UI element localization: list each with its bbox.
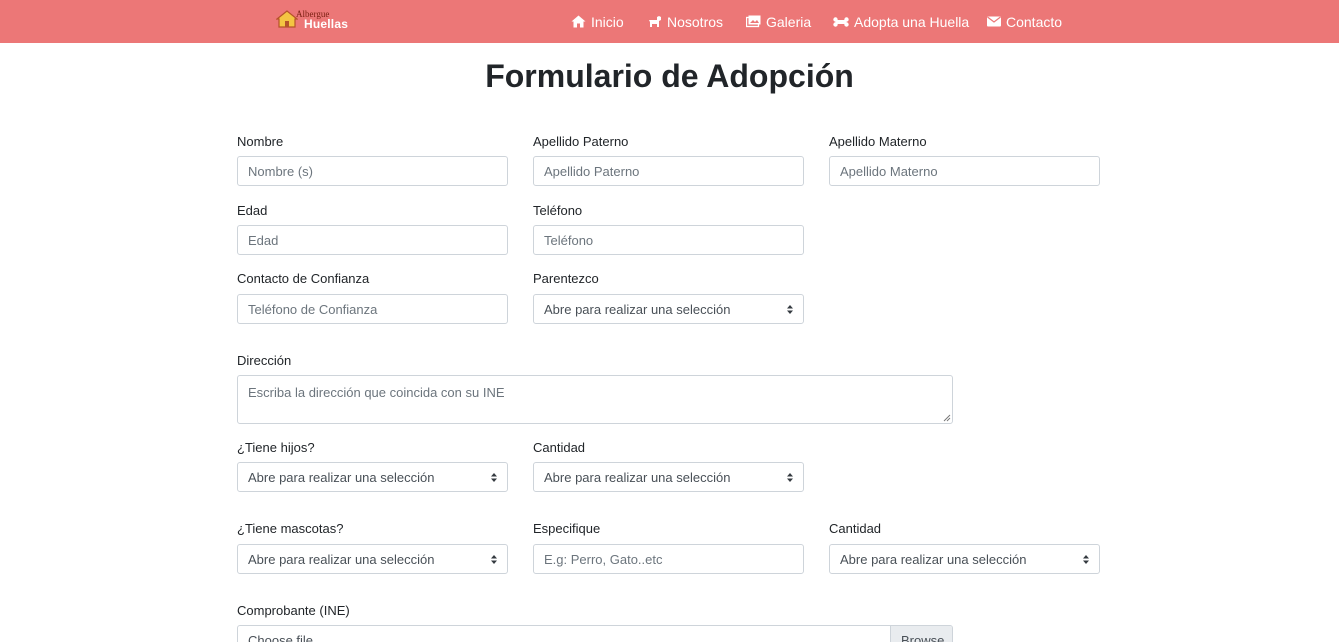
telefono-input[interactable]: Teléfono (533, 225, 804, 255)
comprobante-label: Comprobante (INE) (237, 603, 350, 618)
select-caret-icon (787, 473, 793, 482)
select-caret-icon (491, 473, 497, 482)
nav-label-adopta: Adopta una Huella (854, 13, 970, 30)
house-logo-icon (276, 10, 298, 28)
comprobante-file-input[interactable]: Choose file... Browse (237, 625, 953, 642)
nav-link-nosotros[interactable]: Nosotros (648, 0, 723, 43)
nav-link-contacto[interactable]: Contacto (987, 0, 1062, 43)
cantidad-mascotas-select[interactable]: Abre para realizar una selección (829, 544, 1100, 574)
browse-button[interactable]: Browse (890, 626, 952, 642)
apellido-materno-label: Apellido Materno (829, 134, 927, 149)
page-title: Formulario de Adopción (485, 58, 854, 94)
resize-grip-icon[interactable] (943, 414, 951, 422)
file-name-text: Choose file... (248, 633, 324, 642)
home-icon (571, 15, 586, 28)
cantidad-hijos-selected-value: Abre para realizar una selección (544, 469, 731, 485)
telefono-label: Teléfono (533, 203, 583, 218)
apellido-paterno-label: Apellido Paterno (533, 134, 629, 149)
cantidad-mascotas-label: Cantidad (829, 521, 882, 536)
dog-icon (648, 16, 661, 27)
select-caret-icon (491, 555, 497, 564)
tiene-mascotas-select[interactable]: Abre para realizar una selección (237, 544, 508, 574)
cantidad-mascotas-selected-value: Abre para realizar una selección (840, 551, 1027, 567)
especifique-input[interactable]: E.g: Perro, Gato..etc (533, 544, 804, 574)
nav-label-inicio: Inicio (591, 13, 624, 30)
edad-label: Edad (237, 203, 268, 218)
direccion-label: Dirección (237, 353, 292, 368)
navbar: Albergue Huellas Inicio Nosotros Galeria… (0, 0, 1339, 43)
brand-logo[interactable]: Albergue Huellas (276, 9, 352, 31)
cantidad-hijos-label: Cantidad (533, 440, 586, 455)
nav-label-galeria: Galeria (766, 13, 812, 30)
nav-label-contacto: Contacto (1006, 13, 1063, 30)
especifique-label: Especifique (533, 521, 601, 536)
tiene-hijos-label: ¿Tiene hijos? (237, 440, 315, 455)
nav-label-nosotros: Nosotros (667, 13, 724, 30)
tiene-hijos-select[interactable]: Abre para realizar una selección (237, 462, 508, 492)
select-caret-icon (787, 305, 793, 314)
nav-link-galeria[interactable]: Galeria (746, 0, 811, 43)
nav-link-adopta[interactable]: Adopta una Huella (833, 0, 969, 43)
direccion-textarea[interactable]: Escriba la dirección que coincida con su… (237, 375, 953, 424)
bone-icon (833, 16, 849, 27)
tiene-hijos-selected-value: Abre para realizar una selección (248, 469, 435, 485)
contacto-confianza-label: Contacto de Confianza (237, 271, 370, 286)
nombre-label: Nombre (237, 134, 284, 149)
contacto-confianza-input[interactable]: Teléfono de Confianza (237, 294, 508, 324)
direccion-placeholder: Escriba la dirección que coincida con su… (248, 385, 505, 400)
envelope-icon (987, 16, 1001, 27)
parentezco-selected-value: Abre para realizar una selección (544, 301, 731, 317)
brand-line-2: Huellas (304, 17, 349, 31)
select-caret-icon (1083, 555, 1089, 564)
nombre-input[interactable]: Nombre (s) (237, 156, 508, 186)
apellido-paterno-input[interactable]: Apellido Paterno (533, 156, 804, 186)
nav-link-inicio[interactable]: Inicio (571, 0, 624, 43)
tiene-mascotas-selected-value: Abre para realizar una selección (248, 551, 435, 567)
parentezco-label: Parentezco (533, 271, 599, 286)
tiene-mascotas-label: ¿Tiene mascotas? (237, 521, 344, 536)
images-icon (746, 15, 761, 28)
cantidad-hijos-select[interactable]: Abre para realizar una selección (533, 462, 804, 492)
parentezco-select[interactable]: Abre para realizar una selección (533, 294, 804, 324)
apellido-materno-input[interactable]: Apellido Materno (829, 156, 1100, 186)
edad-input[interactable]: Edad (237, 225, 508, 255)
